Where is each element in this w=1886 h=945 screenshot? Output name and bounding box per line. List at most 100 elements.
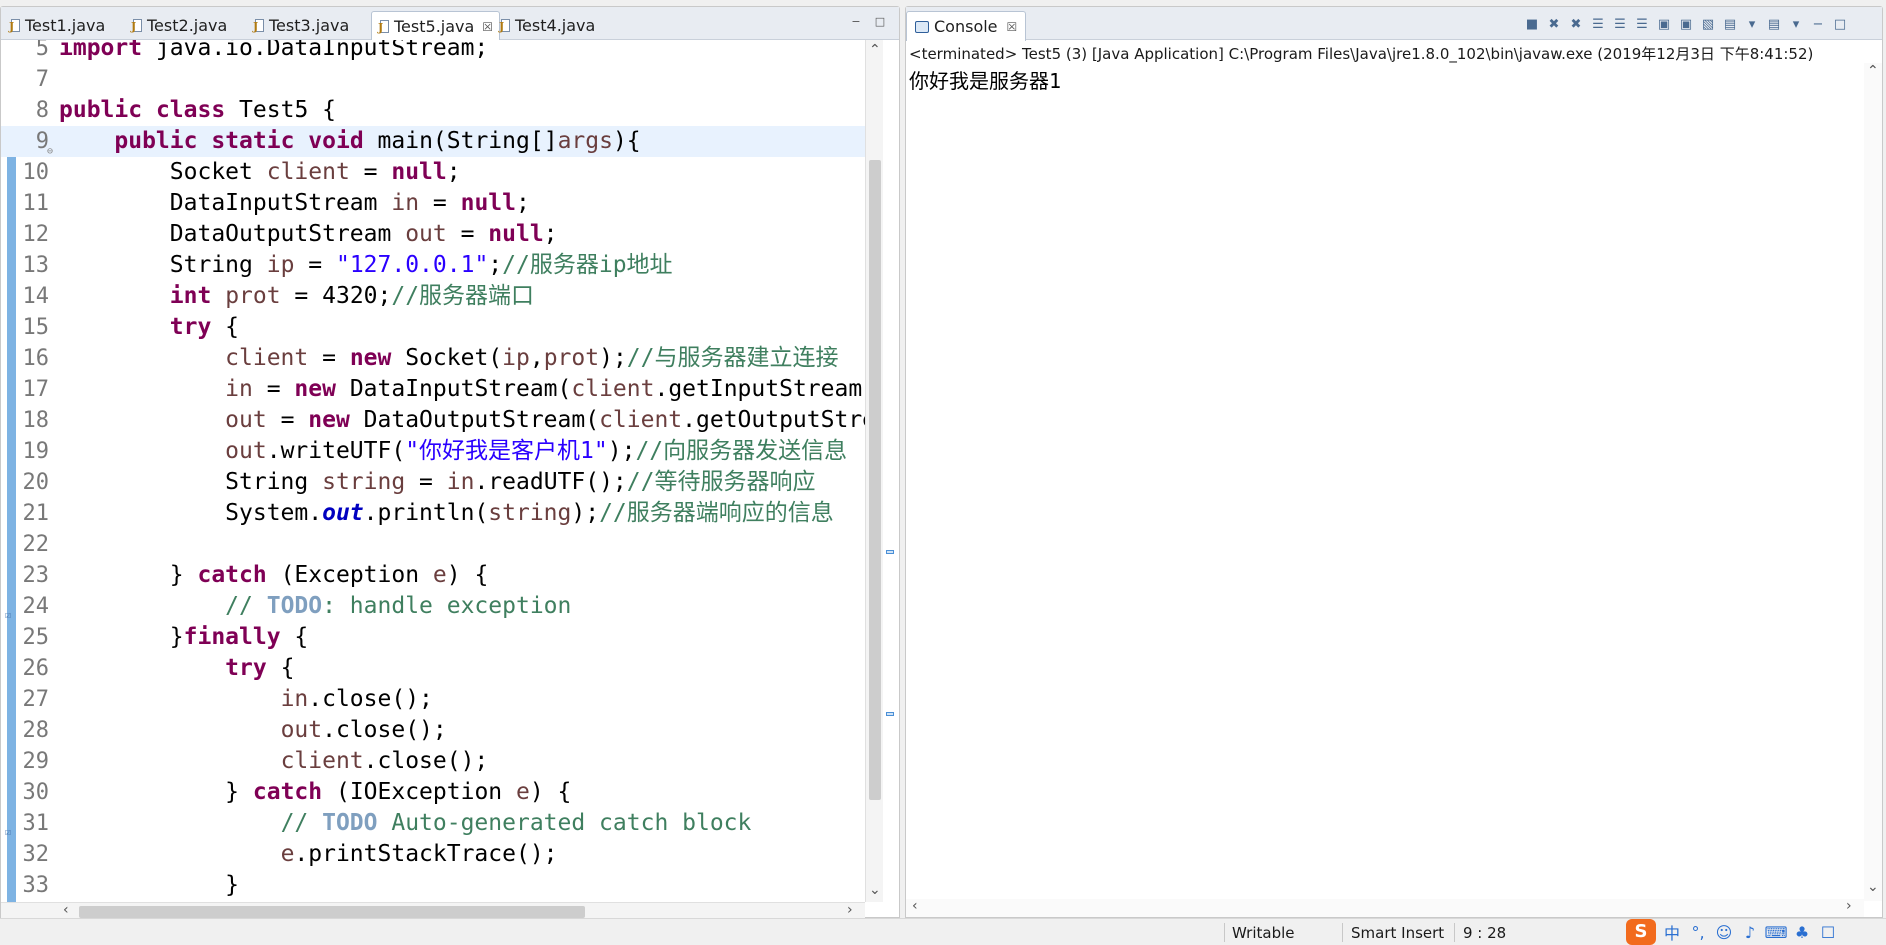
- close-icon[interactable]: ☒: [1007, 20, 1018, 34]
- code-area[interactable]: 5 import java.io.DataInputStream; 7 8 public…: [1, 40, 865, 902]
- console-vertical-scrollbar[interactable]: ⌃ ⌄: [1864, 63, 1882, 901]
- ime-emoji-icon[interactable]: ☺: [1712, 920, 1736, 944]
- line-number: 28: [22, 718, 50, 743]
- code-line[interactable]: 22: [1, 529, 865, 560]
- line-number: 17: [22, 377, 50, 402]
- line-code: client.close();: [280, 748, 489, 774]
- line-number: 15: [22, 315, 50, 340]
- scroll-up-icon[interactable]: ⌃: [869, 42, 881, 58]
- code-line[interactable]: 11 DataInputStream in = null;: [1, 188, 865, 219]
- code-line[interactable]: 9 ⊖ public static void main(String[]args)…: [1, 126, 865, 157]
- ime-voice-icon[interactable]: ♪: [1738, 920, 1762, 944]
- scroll-down-icon[interactable]: ⌄: [869, 882, 881, 898]
- overview-marker[interactable]: [886, 712, 894, 716]
- code-line[interactable]: 26 try {: [1, 653, 865, 684]
- tab-console[interactable]: Console ☒: [906, 11, 1027, 41]
- java-file-icon: J: [378, 19, 390, 35]
- ime-toolbox-icon[interactable]: ☐: [1816, 920, 1840, 944]
- line-code: e.printStackTrace();: [280, 841, 558, 867]
- scroll-lock-icon[interactable]: ☰: [1612, 17, 1628, 33]
- line-code: import java.io.DataInputStream;: [59, 40, 489, 61]
- code-line[interactable]: 32 e.printStackTrace();: [1, 839, 865, 870]
- sogou-ime-logo[interactable]: S: [1626, 919, 1656, 945]
- code-line[interactable]: 16 client = new Socket(ip,prot);//与服务器建立…: [1, 343, 865, 374]
- code-line[interactable]: 10 Socket client = null;: [1, 157, 865, 188]
- line-code: DataInputStream in = null;: [59, 190, 530, 216]
- code-line[interactable]: 23 } catch (Exception e) {: [1, 560, 865, 591]
- code-line[interactable]: 14 int prot = 4320;//服务器端口: [1, 281, 865, 312]
- overview-marker[interactable]: [886, 550, 894, 554]
- remove-all-icon[interactable]: ✖: [1568, 17, 1584, 33]
- line-code: System.out.println(string);//服务器端响应的信息: [59, 500, 834, 526]
- tab-test1[interactable]: J Test1.java: [3, 11, 111, 40]
- code-line[interactable]: 8 public class Test5 {: [1, 95, 865, 126]
- code-line[interactable]: 12 DataOutputStream out = null;: [1, 219, 865, 250]
- code-line[interactable]: 20 String string = in.readUTF();//等待服务器响…: [1, 467, 865, 498]
- code-line[interactable]: 13 String ip = "127.0.0.1";//服务器ip地址: [1, 250, 865, 281]
- maximize-icon[interactable]: □: [873, 15, 887, 29]
- java-file-icon: J: [499, 18, 511, 34]
- maximize-icon[interactable]: □: [1832, 17, 1848, 33]
- scroll-up-icon[interactable]: ⌃: [1867, 63, 1879, 79]
- line-number: 18: [22, 408, 50, 433]
- ime-keyboard-icon[interactable]: ⌨: [1764, 920, 1788, 944]
- code-line[interactable]: 7: [1, 64, 865, 95]
- line-number: 12: [22, 222, 50, 247]
- console-output[interactable]: 你好我是服务器1: [909, 65, 1061, 94]
- scroll-right-icon[interactable]: ›: [1846, 898, 1852, 914]
- line-code: }finally {: [59, 624, 309, 650]
- code-line[interactable]: 5 import java.io.DataInputStream;: [1, 40, 865, 64]
- scroll-right-icon[interactable]: ›: [847, 902, 853, 918]
- tab-test4[interactable]: J Test4.java: [493, 11, 601, 40]
- line-number: 31: [22, 811, 50, 836]
- code-line[interactable]: 19 out.writeUTF("你好我是客户机1");//向服务器发送信息: [1, 436, 865, 467]
- remove-launch-icon[interactable]: ✖: [1546, 17, 1562, 33]
- code-line[interactable]: 21 System.out.println(string);//服务器端响应的信…: [1, 498, 865, 529]
- scroll-left-icon[interactable]: ‹: [912, 898, 918, 914]
- clear-console-icon[interactable]: ☰: [1590, 17, 1606, 33]
- ime-punctuation-icon[interactable]: °,: [1686, 920, 1710, 944]
- code-line[interactable]: 28 out.close();: [1, 715, 865, 746]
- overview-ruler[interactable]: [883, 40, 899, 902]
- code-line[interactable]: 33 }: [1, 870, 865, 901]
- line-number: 8: [35, 98, 49, 123]
- code-line[interactable]: 25 }finally {: [1, 622, 865, 653]
- line-number: 16: [22, 346, 50, 371]
- code-line[interactable]: 29 client.close();: [1, 746, 865, 777]
- code-line[interactable]: 27 in.close();: [1, 684, 865, 715]
- code-line[interactable]: 30 } catch (IOException e) {: [1, 777, 865, 808]
- scroll-thumb[interactable]: [79, 906, 585, 918]
- code-line[interactable]: 17 in = new DataInputStream(client.getIn…: [1, 374, 866, 405]
- minimize-icon[interactable]: −: [1810, 17, 1826, 33]
- ime-skin-icon[interactable]: ♣: [1790, 920, 1814, 944]
- java-file-icon: J: [9, 18, 21, 34]
- tab-test3[interactable]: J Test3.java: [247, 11, 355, 40]
- close-icon[interactable]: ☒: [482, 20, 493, 34]
- line-number: 25: [22, 625, 50, 650]
- line-number: 19: [22, 439, 50, 464]
- scroll-down-icon[interactable]: ⌄: [1867, 879, 1879, 895]
- code-line[interactable]: 24 ☑ // TODO: handle exception: [1, 591, 865, 622]
- tab-test5[interactable]: J Test5.java ☒: [371, 11, 501, 41]
- code-line[interactable]: 31 ☑ // TODO Auto-generated catch block: [1, 808, 865, 839]
- status-writable: Writable: [1232, 924, 1295, 942]
- code-line[interactable]: 18 out = new DataOutputStream(client.get…: [1, 405, 866, 436]
- display-console-icon[interactable]: ▤: [1722, 17, 1738, 33]
- scroll-thumb[interactable]: [869, 160, 881, 800]
- tab-test2[interactable]: J Test2.java: [125, 11, 233, 40]
- console-horizontal-scrollbar[interactable]: ‹ ›: [906, 898, 1864, 917]
- dropdown-icon[interactable]: ▾: [1744, 17, 1760, 33]
- pin-console-icon[interactable]: ▧: [1700, 17, 1716, 33]
- ime-chinese-mode-icon[interactable]: 中: [1660, 920, 1684, 944]
- minimize-icon[interactable]: −: [849, 15, 863, 29]
- code-line[interactable]: 15 try {: [1, 312, 865, 343]
- scroll-left-icon[interactable]: ‹: [63, 902, 69, 918]
- open-console-icon[interactable]: ▤: [1766, 17, 1782, 33]
- line-code: int prot = 4320;//服务器端口: [169, 283, 535, 309]
- show-stdout-icon[interactable]: ▣: [1656, 17, 1672, 33]
- show-stderr-icon[interactable]: ▣: [1678, 17, 1694, 33]
- word-wrap-icon[interactable]: ☰: [1634, 17, 1650, 33]
- vertical-scrollbar[interactable]: ⌃ ⌄: [865, 40, 883, 902]
- dropdown-icon[interactable]: ▾: [1788, 17, 1804, 33]
- terminate-icon[interactable]: ■: [1524, 17, 1540, 33]
